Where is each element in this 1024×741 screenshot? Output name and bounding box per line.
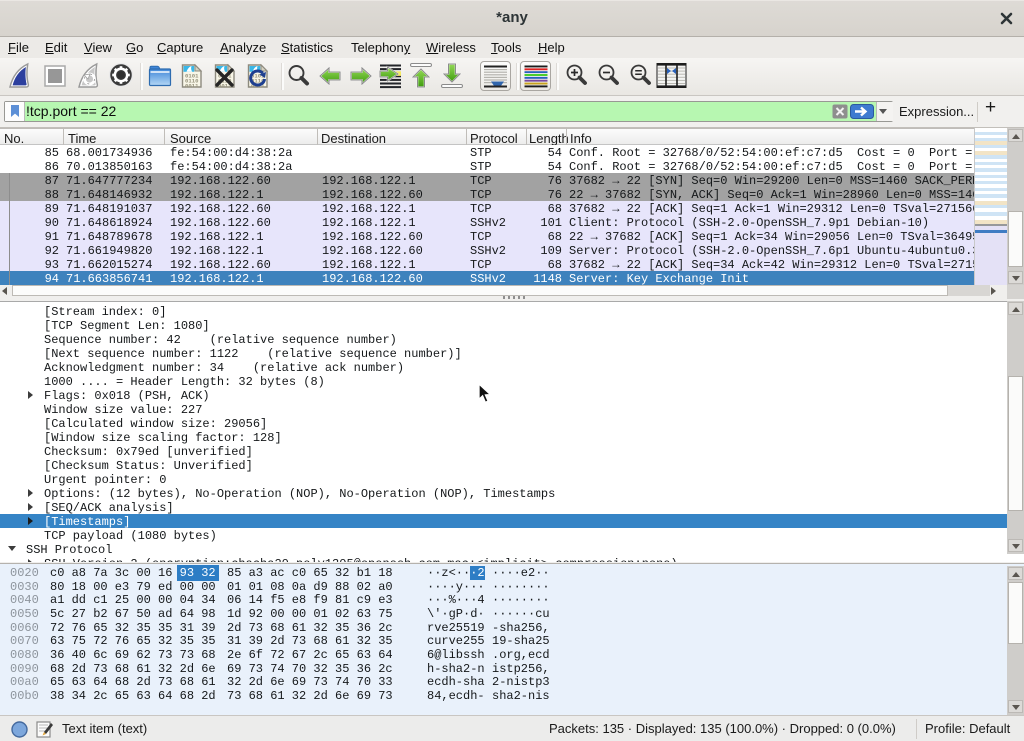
- svg-text:0011: 0011: [185, 82, 199, 89]
